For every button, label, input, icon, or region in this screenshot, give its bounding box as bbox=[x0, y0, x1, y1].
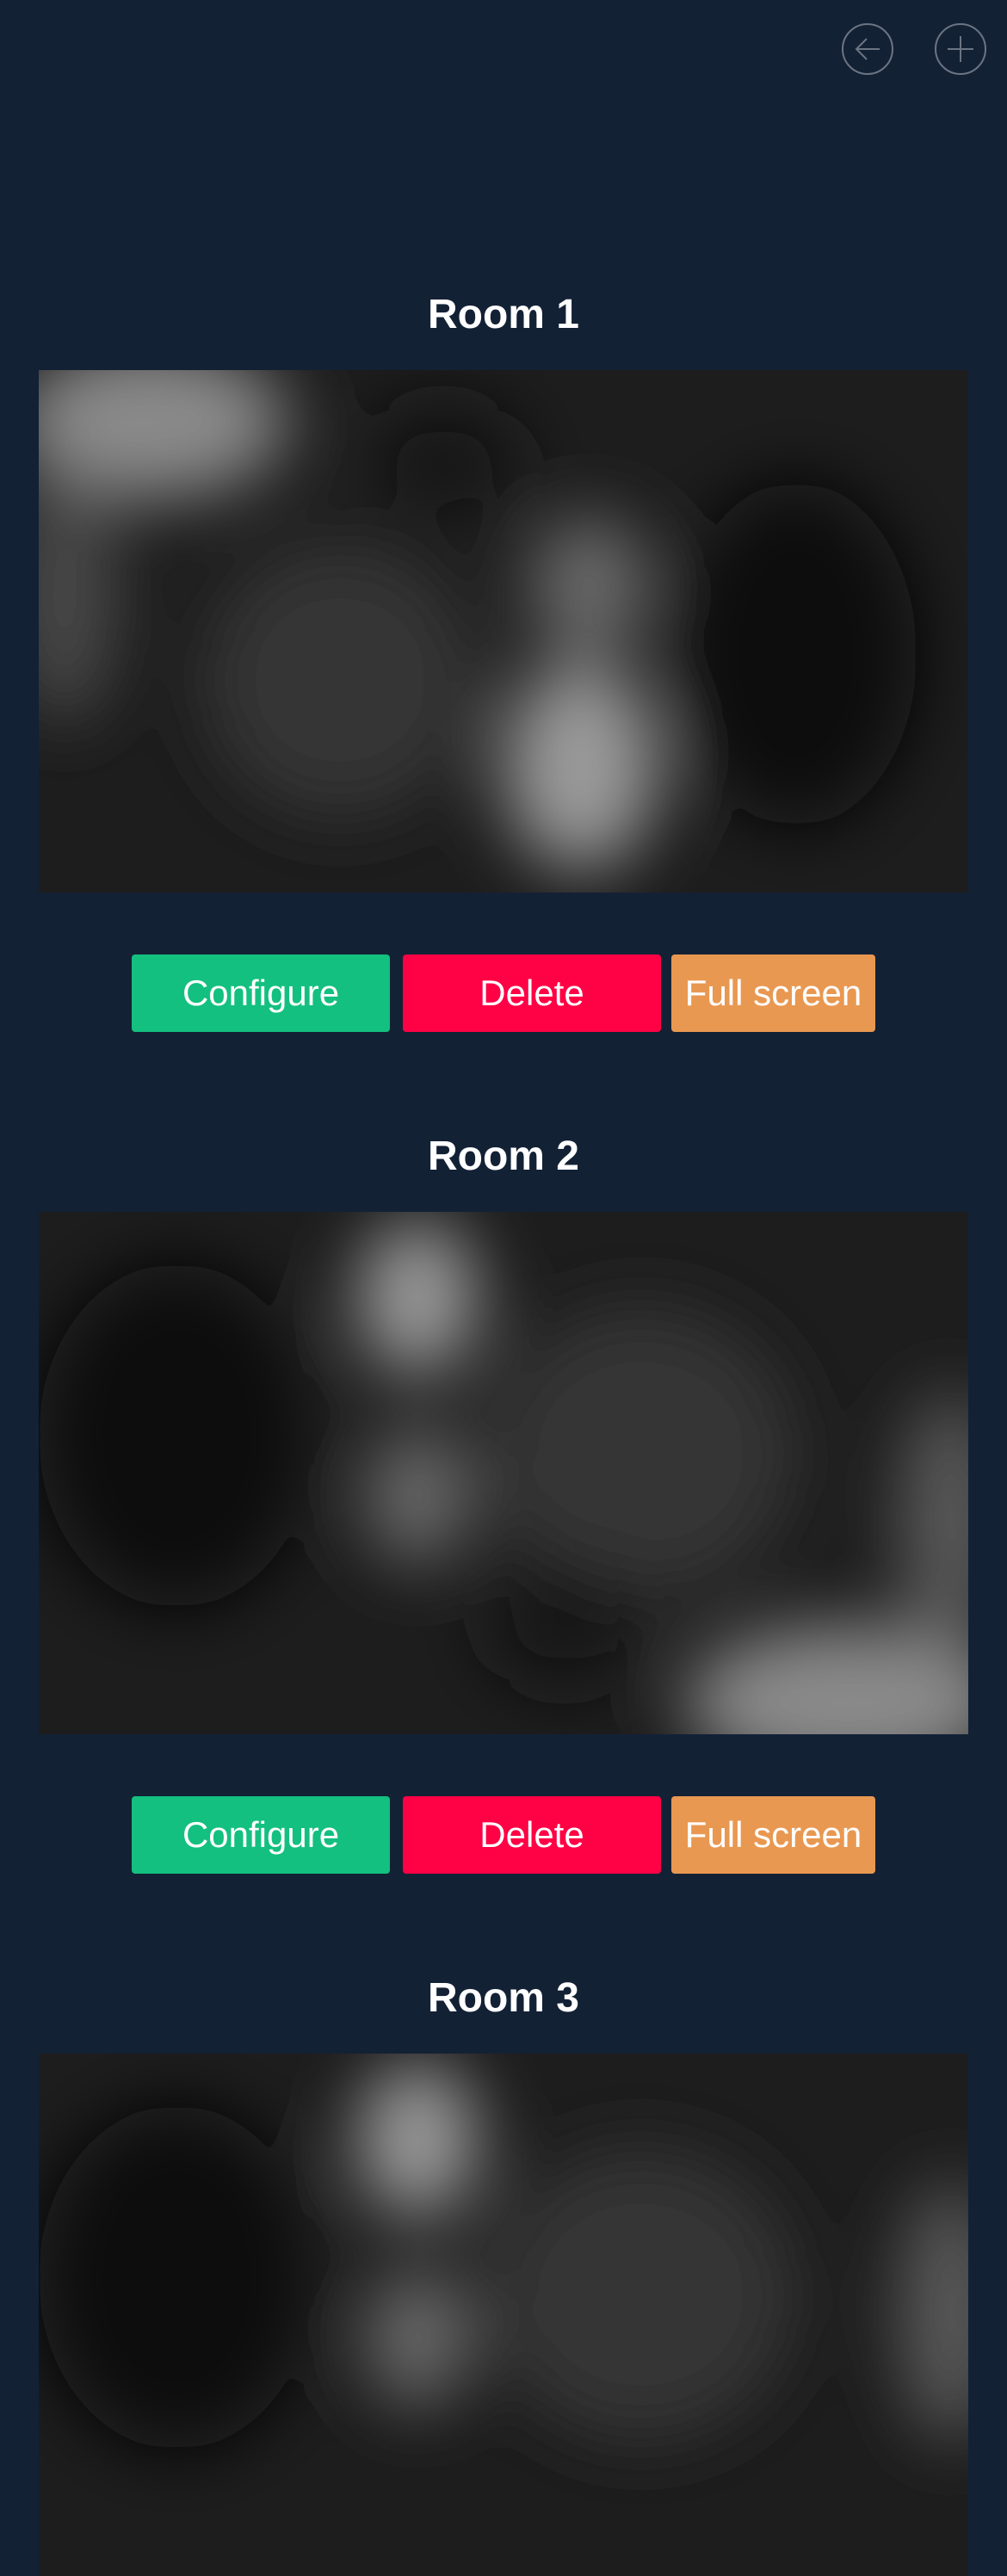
room-title: Room 2 bbox=[427, 1134, 579, 1179]
camera-feed[interactable] bbox=[39, 1212, 968, 1734]
plus-icon bbox=[948, 36, 973, 62]
delete-button[interactable]: Delete bbox=[403, 1796, 661, 1874]
add-room-button[interactable] bbox=[935, 23, 986, 75]
fullscreen-button[interactable]: Full screen bbox=[671, 1796, 875, 1874]
room-title: Room 3 bbox=[427, 1975, 579, 2021]
camera-feed[interactable] bbox=[39, 2054, 968, 2576]
room-title: Room 1 bbox=[427, 292, 579, 337]
camera-feed[interactable] bbox=[39, 370, 968, 893]
arrow-left-icon bbox=[855, 38, 880, 60]
video-frame bbox=[39, 2054, 968, 2576]
configure-button[interactable]: Configure bbox=[132, 954, 390, 1032]
top-bar bbox=[0, 0, 1007, 103]
video-frame bbox=[39, 370, 968, 893]
configure-button[interactable]: Configure bbox=[132, 1796, 390, 1874]
back-button[interactable] bbox=[842, 23, 893, 75]
fullscreen-button[interactable]: Full screen bbox=[671, 954, 875, 1032]
delete-button[interactable]: Delete bbox=[403, 954, 661, 1032]
video-frame bbox=[39, 1212, 968, 1734]
